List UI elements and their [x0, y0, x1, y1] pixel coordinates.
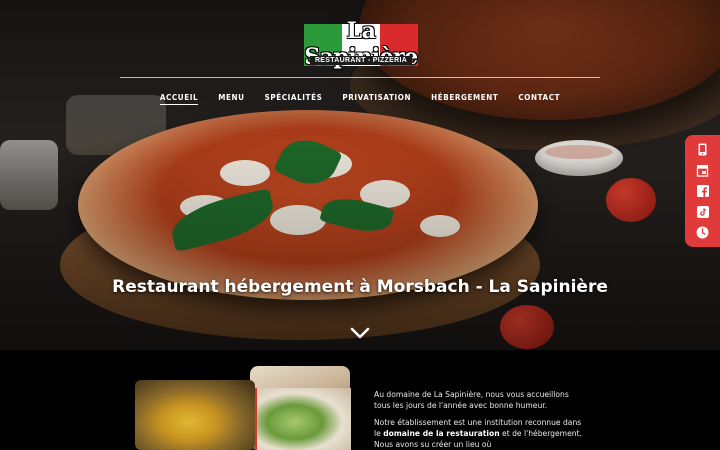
chevron-down-icon[interactable] [350, 326, 370, 340]
intro-p2-bold: domaine de la restauration [383, 429, 500, 438]
intro-section [0, 350, 720, 450]
hero-section: La Sapinière RESTAURANT - PIZZERIA ACCUE… [0, 0, 720, 350]
intro-photo-salad [135, 380, 255, 450]
intro-text: Au domaine de La Sapinière, nous vous ac… [374, 389, 584, 450]
nav-item-privatisation[interactable]: PRIVATISATION [342, 93, 411, 105]
nav-item-specialites[interactable]: SPÉCIALITÉS [265, 93, 323, 105]
nav-item-contact[interactable]: CONTACT [518, 93, 560, 105]
hero-title: Restaurant hébergement à Morsbach - La S… [112, 277, 608, 297]
intro-paragraph-1: Au domaine de La Sapinière, nous vous ac… [374, 390, 569, 410]
store-icon[interactable] [696, 164, 709, 177]
nav-item-menu[interactable]: MENU [218, 93, 244, 105]
nav-item-hebergement[interactable]: HÉBERGEMENT [431, 93, 498, 105]
tiktok-icon[interactable] [696, 205, 709, 218]
facebook-icon[interactable] [696, 184, 709, 197]
social-sidebar [685, 135, 720, 247]
phone-icon[interactable] [696, 143, 709, 156]
site-logo[interactable]: La Sapinière RESTAURANT - PIZZERIA [300, 14, 422, 70]
intro-photo-plate [255, 388, 351, 450]
nav-divider [120, 77, 600, 78]
logo-tagline: RESTAURANT - PIZZERIA [310, 56, 412, 65]
clock-icon[interactable] [696, 226, 709, 239]
intro-paragraph-2: Notre établissement est une institution … [374, 417, 584, 450]
main-nav: ACCUEIL MENU SPÉCIALITÉS PRIVATISATION H… [0, 93, 720, 105]
nav-item-accueil[interactable]: ACCUEIL [159, 93, 199, 105]
